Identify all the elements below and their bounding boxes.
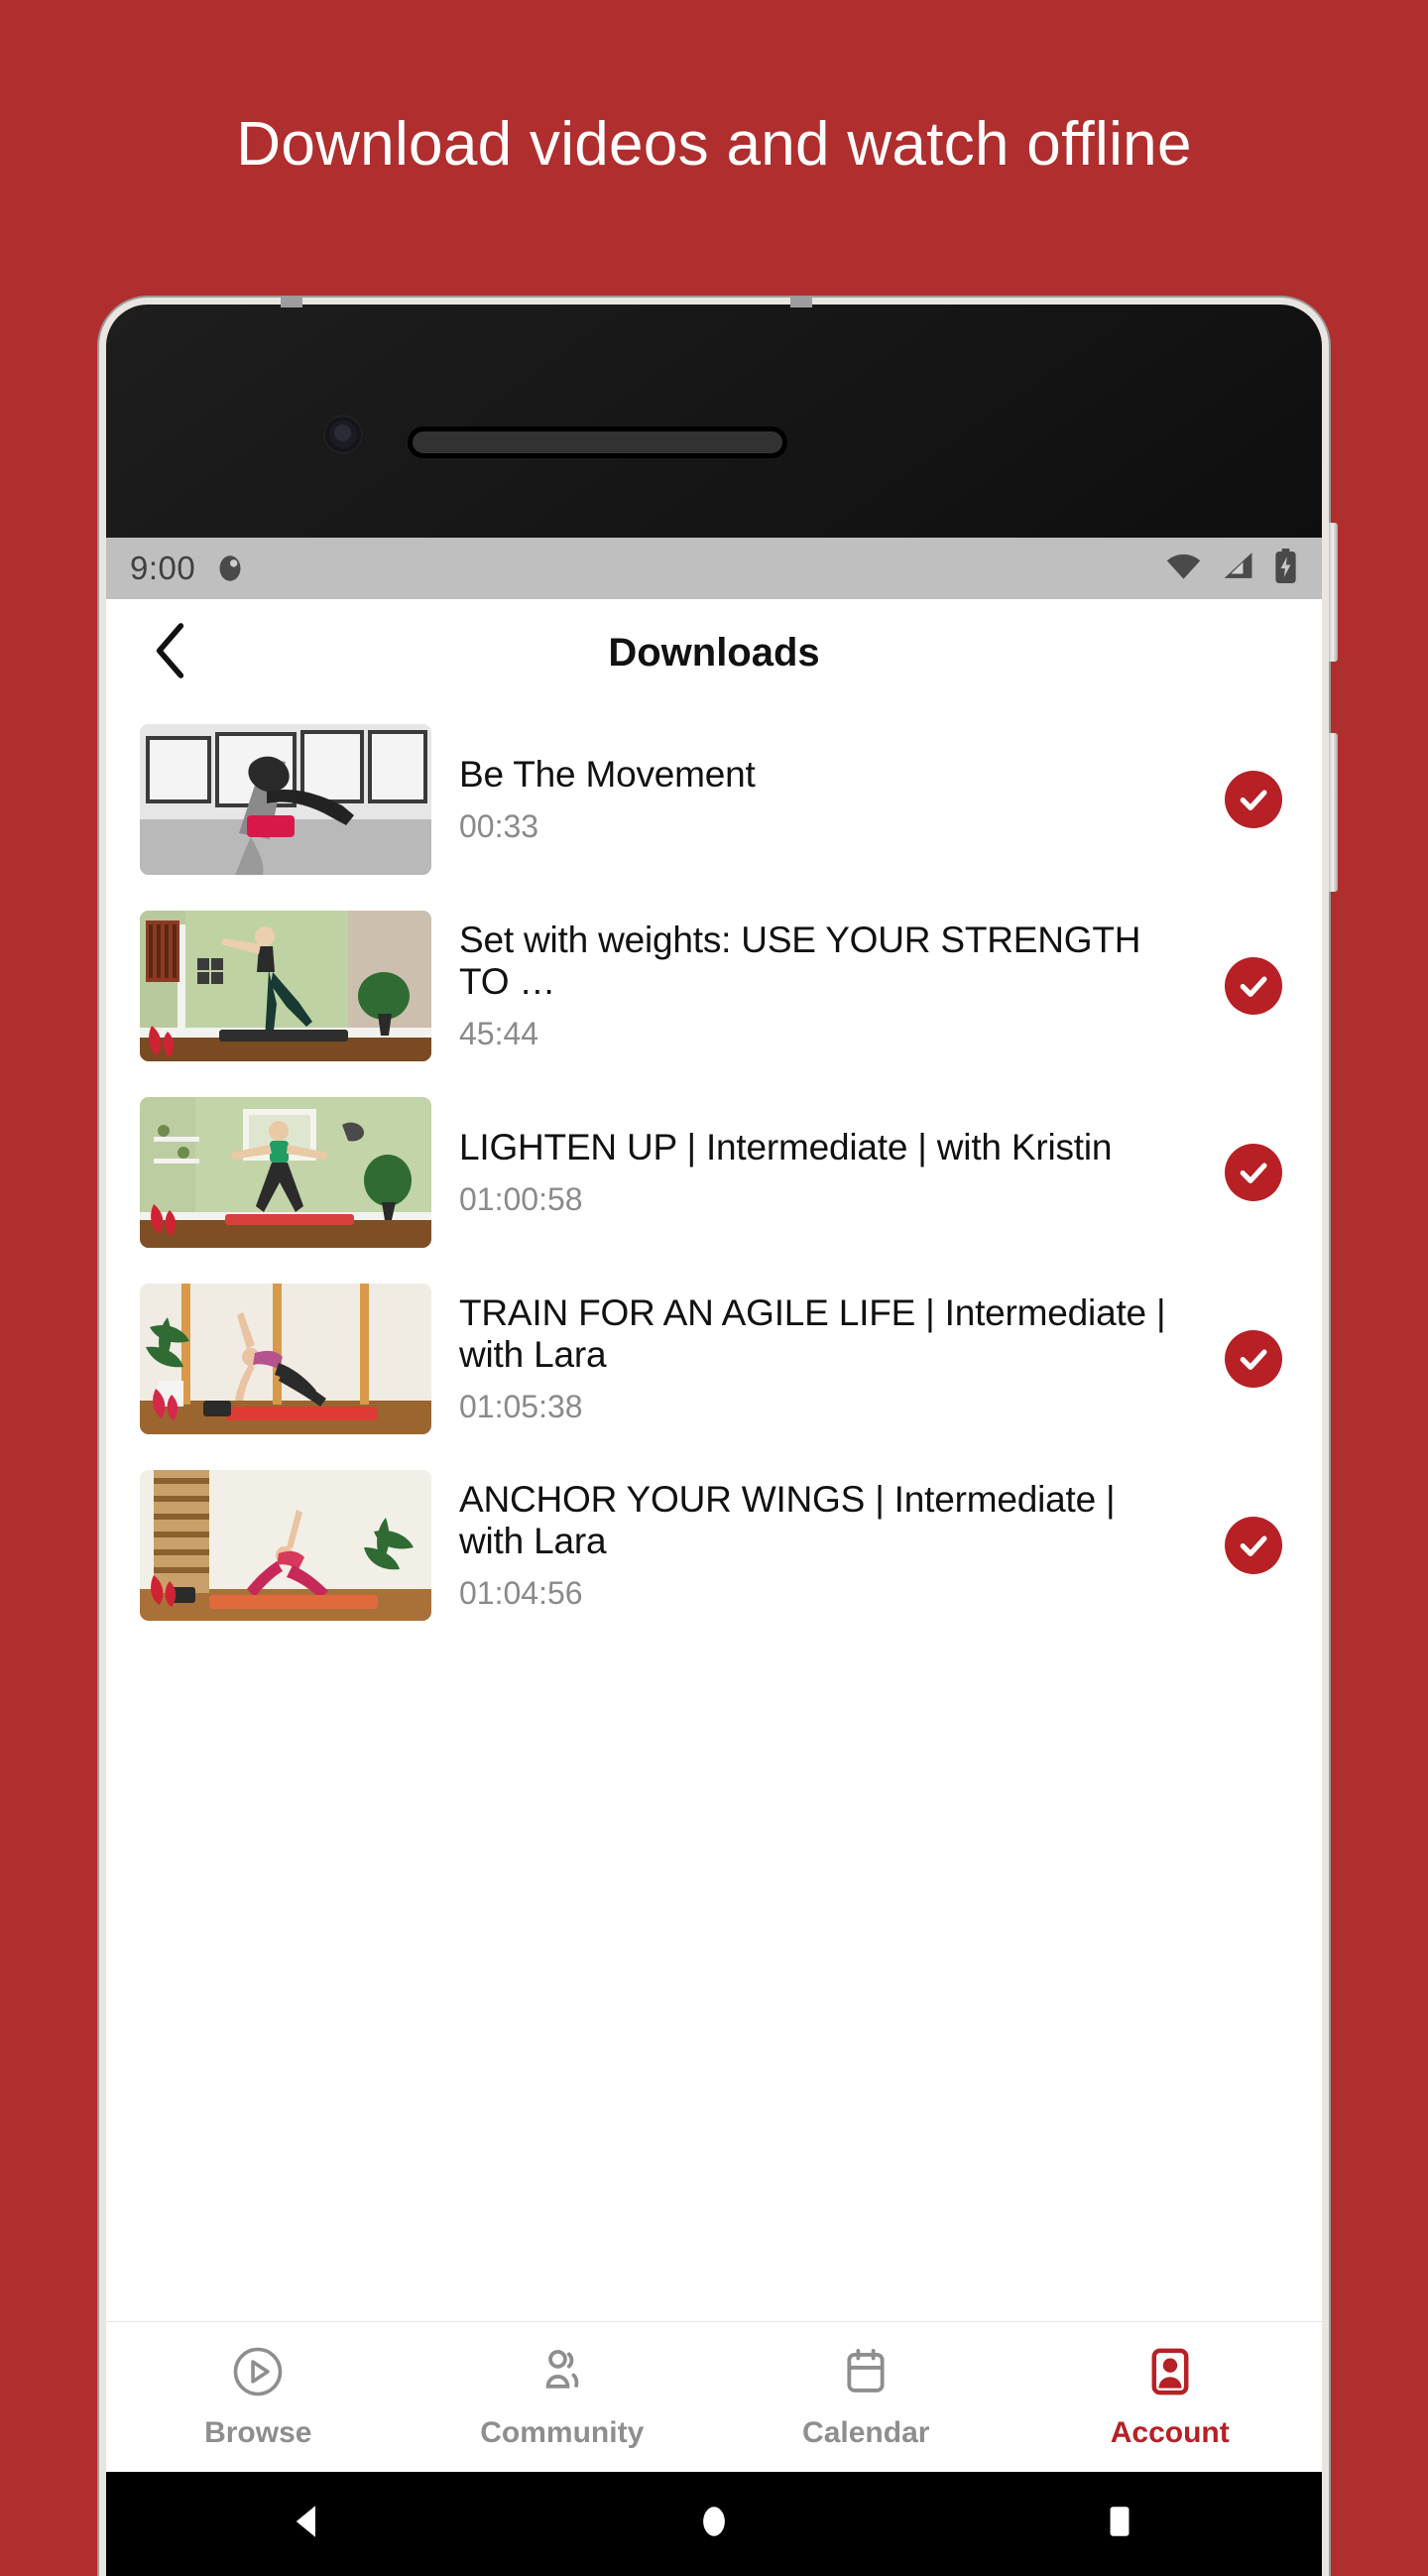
video-title: Be The Movement — [459, 753, 756, 795]
video-duration: 01:00:58 — [459, 1181, 583, 1218]
status-bar-time: 9:00 — [130, 550, 196, 586]
android-nav-bar — [106, 2472, 1322, 2576]
phone-mockup: 9:00 Downloads Be The Movement 00:33 Set… — [106, 298, 1338, 2576]
video-title: ANCHOR YOUR WINGS | Intermediate | with … — [459, 1479, 1116, 1561]
android-back-button[interactable] — [106, 2501, 512, 2547]
chevron-left-icon — [155, 622, 188, 683]
video-title: LIGHTEN UP | Intermediate | with Kristin — [459, 1126, 1113, 1167]
row-text: ANCHOR YOUR WINGS | Intermediate | with … — [459, 1479, 1197, 1612]
downloaded-check-icon[interactable] — [1225, 957, 1282, 1015]
downloaded-check-icon[interactable] — [1225, 1330, 1282, 1388]
recents-square-icon — [1099, 2501, 1140, 2547]
home-circle-icon — [693, 2501, 735, 2547]
android-recents-button[interactable] — [916, 2501, 1322, 2547]
play-circle-icon — [231, 2345, 285, 2403]
row-text: LIGHTEN UP | Intermediate | with Kristin… — [459, 1127, 1197, 1218]
page-title: Downloads — [608, 630, 820, 675]
wifi-icon — [1164, 551, 1203, 586]
row-text: Be The Movement 00:33 — [459, 754, 1197, 845]
bottom-tab-bar: Browse Community Calendar Account — [106, 2321, 1322, 2472]
app-header: Downloads — [106, 599, 1322, 706]
downloaded-check-icon[interactable] — [1225, 771, 1282, 828]
table-row[interactable]: TRAIN FOR AN AGILE LIFE | Intermediate |… — [106, 1266, 1322, 1452]
tab-browse[interactable]: Browse — [106, 2345, 411, 2450]
video-thumbnail[interactable] — [140, 1097, 431, 1248]
table-row[interactable]: ANCHOR YOUR WINGS | Intermediate | with … — [106, 1452, 1322, 1639]
power-button[interactable] — [1329, 733, 1338, 892]
row-text: TRAIN FOR AN AGILE LIFE | Intermediate |… — [459, 1292, 1197, 1425]
account-card-icon — [1143, 2345, 1197, 2403]
back-button[interactable] — [140, 621, 203, 684]
calendar-icon — [839, 2345, 892, 2403]
table-row[interactable]: Be The Movement 00:33 — [106, 706, 1322, 893]
video-duration: 45:44 — [459, 1015, 539, 1051]
row-text: Set with weights: USE YOUR STRENGTH TO …… — [459, 920, 1197, 1052]
phone-screen: 9:00 Downloads Be The Movement 00:33 Set… — [106, 538, 1322, 2472]
downloaded-check-icon[interactable] — [1225, 1517, 1282, 1574]
front-camera-icon — [325, 417, 361, 452]
video-duration: 01:05:38 — [459, 1388, 583, 1424]
tab-community[interactable]: Community — [411, 2345, 715, 2450]
volume-button[interactable] — [1329, 523, 1338, 662]
tab-account[interactable]: Account — [1018, 2345, 1323, 2450]
status-bar: 9:00 — [106, 538, 1322, 599]
battery-charging-icon — [1273, 548, 1298, 589]
video-title: TRAIN FOR AN AGILE LIFE | Intermediate |… — [459, 1292, 1166, 1375]
video-duration: 01:04:56 — [459, 1574, 583, 1611]
video-thumbnail[interactable] — [140, 911, 431, 1061]
downloads-list: Be The Movement 00:33 Set with weights: … — [106, 706, 1322, 1649]
tab-label: Account — [1110, 2415, 1230, 2449]
people-icon — [536, 2345, 589, 2403]
cellular-signal-icon — [1220, 551, 1256, 586]
back-triangle-icon — [288, 2501, 329, 2547]
video-thumbnail[interactable] — [140, 1470, 431, 1621]
tab-label: Community — [480, 2415, 645, 2449]
video-duration: 00:33 — [459, 808, 539, 845]
video-thumbnail[interactable] — [140, 1284, 431, 1434]
video-title: Set with weights: USE YOUR STRENGTH TO … — [459, 920, 1141, 1002]
status-bar-icons — [1164, 548, 1298, 589]
earpiece-speaker — [413, 431, 782, 453]
phone-top-sensor-right — [790, 298, 812, 307]
promo-headline: Download videos and watch offline — [236, 109, 1192, 179]
downloaded-check-icon[interactable] — [1225, 1144, 1282, 1201]
tab-label: Calendar — [802, 2415, 930, 2449]
notification-dot-icon — [213, 552, 247, 585]
android-home-button[interactable] — [512, 2501, 917, 2547]
tab-calendar[interactable]: Calendar — [714, 2345, 1018, 2450]
video-thumbnail[interactable] — [140, 724, 431, 875]
table-row[interactable]: Set with weights: USE YOUR STRENGTH TO …… — [106, 893, 1322, 1079]
phone-top-sensor-left — [281, 298, 302, 307]
table-row[interactable]: LIGHTEN UP | Intermediate | with Kristin… — [106, 1079, 1322, 1266]
tab-label: Browse — [204, 2415, 312, 2449]
